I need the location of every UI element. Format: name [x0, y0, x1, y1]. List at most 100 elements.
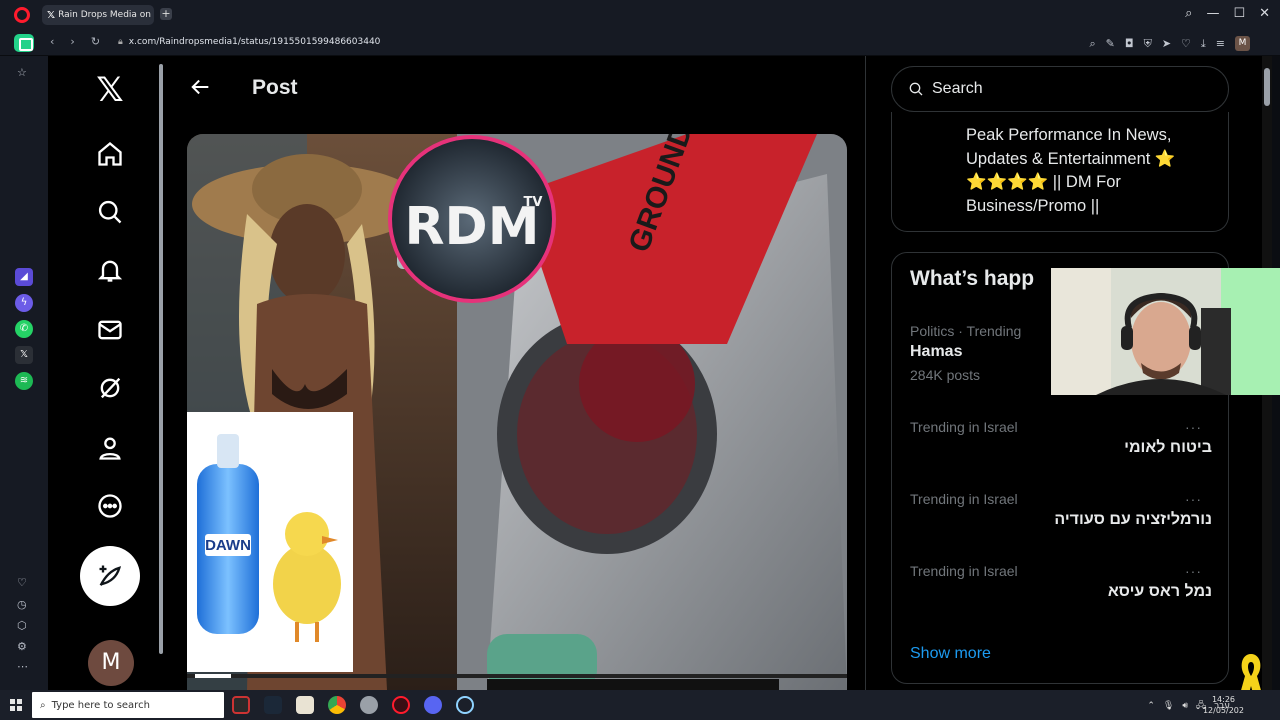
minimize-icon[interactable]: — — [1206, 6, 1219, 21]
windows-start-icon[interactable] — [10, 699, 22, 711]
steam-app-icon[interactable] — [264, 696, 282, 714]
tab-search-icon[interactable]: ⌕ — [1185, 6, 1192, 21]
trend-context: Trending in Israel — [910, 419, 1018, 435]
clock-date: 12/05/202 — [1202, 706, 1244, 715]
taskbar-search-placeholder: Type here to search — [51, 699, 150, 711]
soap-label: DAWN — [205, 537, 251, 554]
rdm-logo-text: RDM — [405, 197, 540, 257]
edit-icon[interactable]: ✎ — [1106, 37, 1115, 50]
spotify-icon[interactable]: ≋ — [15, 372, 33, 390]
url-field[interactable]: 🔒︎ x.com/Raindropsmedia1/status/19155015… — [118, 37, 380, 47]
x-logo-icon[interactable]: 𝕏 — [92, 72, 128, 108]
shield-icon[interactable]: ⛨ — [1144, 37, 1152, 51]
explore-search-icon[interactable] — [92, 194, 128, 230]
mic-icon[interactable]: 🎙︎ — [1163, 701, 1174, 711]
chrome-app-icon[interactable] — [328, 696, 346, 714]
trend-context: Trending in Israel — [910, 563, 1018, 579]
reload-icon[interactable]: ↻ — [91, 35, 100, 48]
tab-title: Rain Drops Media on X: — [58, 10, 154, 20]
messenger-icon[interactable]: ϟ — [15, 294, 33, 312]
heart-icon[interactable]: ♡ — [1181, 37, 1191, 50]
trend-item[interactable]: Trending in Israel ··· נמל ראס עיסא — [910, 563, 1212, 601]
more-dots-icon[interactable]: ··· — [1185, 563, 1202, 579]
clock-time: 14:26 — [1211, 695, 1236, 704]
trend-name: נמל ראס עיסא — [1107, 583, 1212, 600]
address-bar: ‹ › ↻ 🔒︎ x.com/Raindropsmedia1/status/19… — [0, 30, 1280, 56]
obs-app-icon[interactable] — [232, 696, 250, 714]
refresh-app-icon[interactable] — [456, 696, 474, 714]
trend-item[interactable]: Trending in Israel ··· נורמליזציה עם סעו… — [910, 491, 1212, 529]
grok-icon[interactable] — [92, 370, 128, 406]
x-favicon-icon: 𝕏 — [47, 9, 56, 21]
app-icon[interactable] — [360, 696, 378, 714]
lock-icon: 🔒︎ — [118, 37, 123, 47]
back-arrow-icon[interactable] — [190, 76, 214, 100]
opera-sidebar: ☆ ◢ ϟ ✆ 𝕏 ≋ ♡ ◷ ⬡ ⚙ ⋯ — [0, 56, 48, 690]
rdm-logo-sup: TV — [524, 195, 543, 210]
discord-app-icon[interactable] — [424, 696, 442, 714]
post-column: Post DAWN GROUND RDM TV — [168, 56, 866, 690]
taskbar-search-input[interactable]: ⌕ Type here to search — [32, 692, 224, 718]
taskbar-clock[interactable]: 14:26 12/05/202 — [1203, 694, 1244, 716]
opera-logo-icon[interactable] — [14, 7, 30, 23]
aria-icon[interactable]: ◢ — [15, 268, 33, 286]
download-icon[interactable]: ⤓ — [1201, 37, 1206, 51]
x-left-nav: 𝕏 M — [48, 56, 163, 690]
files-app-icon[interactable] — [296, 696, 314, 714]
send-icon[interactable]: ➤ — [1162, 37, 1171, 50]
bio-text: Peak Performance In News, Updates & Ente… — [966, 126, 1176, 215]
post-video[interactable]: DAWN GROUND RDM TV — [187, 134, 847, 690]
star-icon[interactable]: ☆ — [17, 66, 27, 79]
tray-chevron-icon[interactable]: ⌃ — [1147, 701, 1155, 711]
taskbar-search-icon: ⌕ — [40, 699, 46, 711]
cube-icon[interactable]: ⬡ — [17, 619, 27, 632]
screen: 𝕏 Rain Drops Media on X: ✕ + ⌕ — ☐ ✕ ‹ ›… — [0, 0, 1280, 720]
close-window-icon[interactable]: ✕ — [1259, 6, 1270, 21]
browser-tab[interactable]: 𝕏 Rain Drops Media on X: ✕ — [42, 5, 154, 25]
left-scrollbar[interactable] — [158, 58, 164, 686]
settings-icon[interactable]: ⚙ — [17, 640, 27, 653]
maximize-icon[interactable]: ☐ — [1233, 6, 1245, 21]
home-icon[interactable] — [14, 34, 34, 52]
opera-app-icon[interactable] — [392, 696, 410, 714]
trend-name: ביטוח לאומי — [1124, 439, 1212, 456]
nav-buttons: ‹ › ↻ — [50, 35, 100, 48]
volume-icon[interactable]: 🔊︎ — [1182, 701, 1188, 711]
browser-toolbar: ⌕ ✎ ◘ ⛨ ➤ ♡ ⤓ ≡ M — [1089, 36, 1250, 51]
post-header: Post — [168, 56, 866, 120]
more-dots-icon[interactable]: ··· — [1185, 491, 1202, 507]
zoom-icon[interactable]: ⌕ — [1089, 37, 1095, 51]
more-sidebar-icon[interactable]: ⋯ — [17, 660, 28, 673]
show-more-link[interactable]: Show more — [910, 645, 991, 663]
new-tab-button[interactable]: + — [160, 8, 172, 20]
camera-icon[interactable]: ◘ — [1125, 37, 1134, 50]
notifications-bell-icon[interactable] — [92, 252, 128, 288]
whatsapp-icon[interactable]: ✆ — [15, 320, 33, 338]
video-frame-illustration: DAWN GROUND RDM TV — [187, 134, 847, 690]
page-scroll-thumb[interactable] — [1264, 68, 1270, 106]
more-dots-icon[interactable]: ··· — [1185, 419, 1202, 435]
browser-tab-strip: 𝕏 Rain Drops Media on X: ✕ + ⌕ — ☐ ✕ — [0, 0, 1280, 30]
account-avatar[interactable]: M — [88, 640, 134, 686]
history-icon[interactable]: ◷ — [17, 598, 27, 611]
left-scroll-thumb[interactable] — [159, 64, 163, 654]
feather-plus-icon — [99, 565, 122, 586]
search-input[interactable]: Search — [891, 66, 1229, 112]
more-circle-icon[interactable] — [92, 488, 128, 524]
heart-sidebar-icon[interactable]: ♡ — [17, 576, 27, 589]
webcam-overlay — [1051, 268, 1280, 395]
messages-mail-icon[interactable] — [92, 312, 128, 348]
trends-title: What’s happ — [910, 267, 1035, 290]
compose-post-button[interactable] — [80, 546, 140, 606]
taskbar-apps — [232, 696, 474, 714]
search-icon — [909, 82, 923, 96]
menu-icon[interactable]: ≡ — [1216, 37, 1225, 50]
home-nav-icon[interactable] — [92, 136, 128, 172]
search-placeholder: Search — [932, 80, 983, 97]
profile-icon[interactable]: M — [1235, 36, 1250, 51]
profile-person-icon[interactable] — [92, 430, 128, 466]
forward-nav-icon[interactable]: › — [70, 35, 74, 48]
back-nav-icon[interactable]: ‹ — [50, 35, 54, 48]
x-sidebar-icon[interactable]: 𝕏 — [15, 346, 33, 364]
trend-item[interactable]: Trending in Israel ··· ביטוח לאומי — [910, 419, 1212, 457]
